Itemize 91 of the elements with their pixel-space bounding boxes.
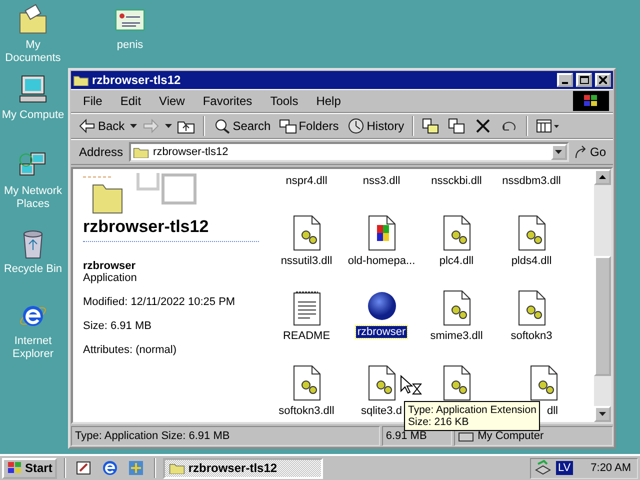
file-attributes: Attributes: (normal) <box>83 344 178 356</box>
search-button[interactable]: Search <box>210 115 274 137</box>
scroll-up-button[interactable] <box>594 169 611 185</box>
delete-icon <box>474 118 492 134</box>
history-button[interactable]: History <box>344 115 408 137</box>
back-button[interactable]: Back <box>75 115 128 137</box>
tooltip-text: Type: Application Extension <box>408 404 536 416</box>
address-field[interactable]: rzbrowser-tls12 <box>129 142 569 162</box>
dropdown-button[interactable] <box>550 144 567 160</box>
views-icon <box>536 118 560 134</box>
maximize-button[interactable] <box>576 73 592 87</box>
menu-item[interactable]: Edit <box>112 92 150 110</box>
forward-arrow-icon <box>142 118 160 134</box>
scrollbar[interactable] <box>594 169 611 422</box>
clock: 7:20 AM <box>590 462 631 474</box>
caret-icon <box>555 150 562 154</box>
address-label: Address <box>78 145 124 159</box>
gear-file-icon <box>516 290 546 326</box>
file-type: Application <box>83 272 138 284</box>
file-label[interactable]: softokn3.dll <box>278 405 336 417</box>
file-name: rzbrowser <box>83 260 137 272</box>
menu-item[interactable]: Favorites <box>194 92 260 110</box>
file-label[interactable]: smime3.dll <box>429 330 484 342</box>
up-arrow-icon <box>599 175 606 179</box>
go-button[interactable]: Go <box>570 141 609 163</box>
file-label[interactable]: rzbrowser <box>356 326 407 338</box>
copy-to-icon <box>448 118 466 134</box>
back-arrow-icon <box>78 118 96 134</box>
history-clock-icon <box>346 118 365 134</box>
folder-title: rzbrowser-tls12 <box>83 217 259 242</box>
move-to-icon <box>422 118 440 134</box>
notepad-icon <box>292 290 322 326</box>
gear-file-icon <box>442 215 472 251</box>
start-button[interactable]: Start <box>2 458 58 478</box>
file-label[interactable]: nssutil3.dll <box>280 255 334 267</box>
folder-icon <box>169 462 186 474</box>
windows-logo-icon <box>7 461 23 475</box>
modified-date: Modified: 12/11/2022 10:25 PM <box>83 296 236 308</box>
file-label[interactable]: dll <box>546 405 559 417</box>
menu-item[interactable]: Help <box>308 92 349 110</box>
gear-file-icon <box>366 365 396 401</box>
status-text: Type: Application Size: 6.91 MB <box>71 426 380 446</box>
documents-folder-icon <box>17 4 49 36</box>
gear-file-icon <box>529 365 559 401</box>
windows-logo-icon <box>573 91 609 111</box>
scroll-thumb[interactable] <box>594 256 611 376</box>
setup-file-icon <box>366 215 396 251</box>
folders-button[interactable]: Folders <box>276 115 342 137</box>
folder-icon <box>133 146 150 158</box>
file-label[interactable]: nss3.dll <box>362 175 402 187</box>
file-label[interactable]: sqlite3.d <box>360 405 403 417</box>
file-label[interactable]: plds4.dll <box>510 255 553 267</box>
scroll-down-button[interactable] <box>594 406 611 422</box>
close-icon <box>599 76 607 84</box>
file-label[interactable]: README <box>282 330 332 342</box>
dropdown-caret-icon <box>130 124 137 128</box>
globe-icon <box>366 290 398 322</box>
computer-icon <box>458 430 474 442</box>
show-desktop-icon[interactable] <box>75 459 94 477</box>
gear-file-icon <box>292 215 322 251</box>
menu-item[interactable]: File <box>75 92 110 110</box>
internet-explorer-icon[interactable] <box>101 459 120 477</box>
file-icon-frame[interactable] <box>442 365 472 401</box>
gear-file-icon <box>442 365 472 401</box>
window-title: rzbrowser-tls12 <box>92 73 182 87</box>
file-label[interactable]: plc4.dll <box>438 255 475 267</box>
busy-cursor-icon <box>400 375 422 397</box>
drive-icon <box>534 460 552 476</box>
file-label[interactable]: softokn3 <box>510 330 554 342</box>
gear-file-icon <box>292 365 322 401</box>
file-label[interactable]: nssdbm3.dll <box>501 175 562 187</box>
folder-icon <box>73 74 89 86</box>
maximize-icon <box>580 76 588 84</box>
gear-file-icon <box>442 290 472 326</box>
taskbar-window-button[interactable]: rzbrowser-tls12 <box>163 458 324 478</box>
menu-item[interactable]: View <box>151 92 193 110</box>
folders-icon <box>278 118 297 134</box>
minimize-button[interactable] <box>557 73 573 87</box>
file-label[interactable]: nssckbi.dll <box>430 175 483 187</box>
tooltip-text: Size: 216 KB <box>408 416 470 428</box>
language-indicator[interactable]: LV <box>556 461 573 475</box>
search-icon <box>212 118 231 134</box>
close-button[interactable] <box>595 73 611 87</box>
menu-item[interactable]: Tools <box>262 92 306 110</box>
file-size: Size: 6.91 MB <box>83 320 152 332</box>
file-label[interactable]: old-homepa... <box>346 255 416 267</box>
gear-file-icon <box>516 215 546 251</box>
dropdown-caret-icon <box>164 124 172 128</box>
go-arrow-icon <box>574 145 588 159</box>
file-label[interactable]: nspr4.dll <box>284 175 328 187</box>
caret-icon <box>599 412 606 416</box>
